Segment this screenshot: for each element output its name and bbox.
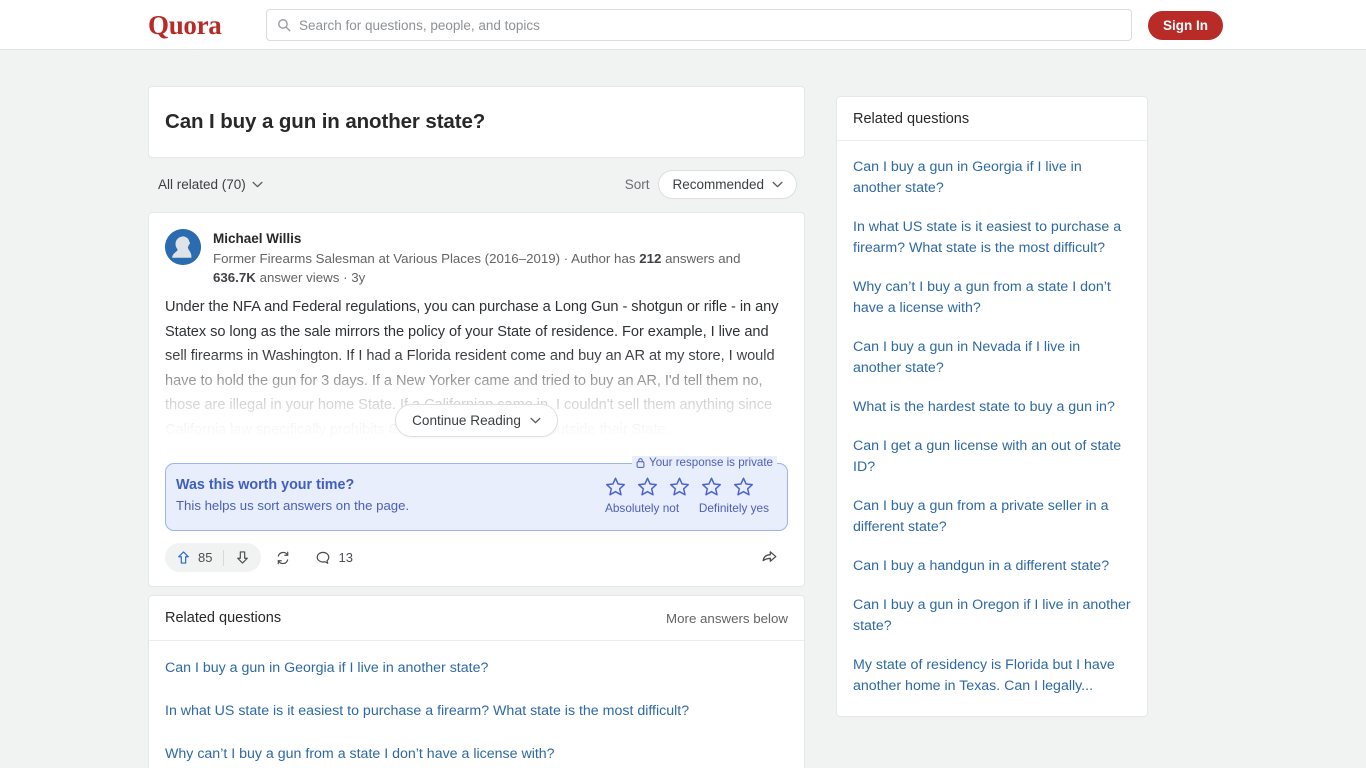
sidebar-item-0[interactable]: Can I buy a gun in Georgia if I live in …	[837, 148, 1147, 208]
author-info: Michael Willis Former Firearms Salesman …	[213, 229, 773, 287]
star-rating-labels: Absolutely not Definitely yes	[605, 501, 769, 515]
upvote-arrow-icon	[178, 551, 189, 564]
avatar[interactable]	[165, 229, 201, 265]
lock-icon	[636, 458, 645, 468]
star-icon-5[interactable]	[733, 476, 754, 497]
rating-title: Was this worth your time?	[176, 477, 355, 493]
rating-text-block: Was this worth your time? This helps us …	[175, 476, 409, 515]
sidebar-item-7[interactable]: Can I buy a handgun in a different state…	[837, 547, 1147, 586]
all-related-label: All related (70)	[158, 176, 246, 192]
repost-button[interactable]	[265, 543, 301, 572]
comment-count: 13	[338, 550, 353, 565]
more-answers-below-label: More answers below	[666, 610, 788, 626]
chevron-down-icon	[530, 417, 541, 424]
upvote-count: 85	[198, 550, 213, 565]
vote-pill: 85	[165, 543, 262, 572]
question-card: Can I buy a gun in another state?	[148, 86, 805, 158]
search-input[interactable]	[299, 17, 1121, 33]
share-button[interactable]	[751, 543, 788, 572]
rating-section: Your response is private Was this worth …	[149, 455, 804, 531]
star-icon-1[interactable]	[605, 476, 626, 497]
quora-logo[interactable]: Quora	[148, 9, 222, 41]
sidebar-related-questions-card: Related questions Can I buy a gun in Geo…	[836, 96, 1148, 717]
main-column: Can I buy a gun in another state? All re…	[148, 86, 805, 768]
star-icon-2[interactable]	[637, 476, 658, 497]
share-arrow-icon	[762, 551, 777, 562]
rating-high-label: Definitely yes	[698, 501, 769, 515]
rating-stars-block: Absolutely not Definitely yes	[605, 476, 773, 515]
chevron-down-icon	[252, 181, 263, 187]
continue-reading-wrap: Continue Reading	[149, 404, 804, 437]
sort-label: Sort	[624, 176, 650, 192]
answer-author-header: Michael Willis Former Firearms Salesman …	[149, 213, 804, 287]
views-count: 636.7K	[213, 270, 256, 285]
list-item[interactable]: Why can’t I buy a gun from a state I don…	[149, 733, 804, 768]
sort-dropdown[interactable]: Recommended	[658, 169, 797, 199]
author-name[interactable]: Michael Willis	[213, 230, 773, 247]
related-questions-header: Related questions More answers below	[149, 596, 804, 641]
answer-card: Michael Willis Former Firearms Salesman …	[148, 212, 805, 587]
downvote-arrow-icon	[237, 551, 249, 564]
answers-filter-row: All related (70) Sort Recommended	[148, 164, 805, 204]
answers-count: 212	[639, 251, 662, 266]
comment-button[interactable]: 13	[305, 543, 362, 572]
top-navigation-bar: Quora Sign In	[0, 0, 1366, 50]
star-icon-3[interactable]	[669, 476, 690, 497]
action-buttons-left: 85 13	[165, 543, 363, 572]
rating-subtitle: This helps us sort answers on the page.	[176, 498, 410, 513]
star-rating[interactable]	[605, 476, 769, 497]
credential-prefix: Former Firearms Salesman at Various Plac…	[213, 251, 640, 266]
page-title: Can I buy a gun in another state?	[165, 110, 486, 133]
search-icon	[278, 19, 291, 32]
repost-cycle-icon	[278, 551, 289, 564]
sidebar-questions-list: Can I buy a gun in Georgia if I live in …	[837, 141, 1147, 716]
credential-suffix: answer views · 3y	[255, 270, 366, 285]
star-icon-4[interactable]	[701, 476, 722, 497]
downvote-button[interactable]	[224, 543, 261, 572]
credential-mid: answers and	[661, 251, 741, 266]
answer-action-bar: 85 13	[149, 531, 804, 586]
sidebar-item-4[interactable]: What is the hardest state to buy a gun i…	[837, 388, 1147, 427]
sidebar-title: Related questions	[837, 97, 1147, 141]
list-item[interactable]: Can I buy a gun in Georgia if I live in …	[149, 647, 804, 690]
rating-box: Your response is private Was this worth …	[165, 456, 788, 531]
related-questions-card: Related questions More answers below Can…	[148, 595, 805, 768]
sidebar-item-9[interactable]: My state of residency is Florida but I h…	[837, 646, 1147, 706]
sidebar-item-1[interactable]: In what US state is it easiest to purcha…	[837, 208, 1147, 268]
user-silhouette-icon	[165, 229, 201, 265]
sidebar: Related questions Can I buy a gun in Geo…	[836, 96, 1148, 717]
comment-bubble-icon	[317, 551, 330, 564]
sidebar-item-6[interactable]: Can I buy a gun from a private seller in…	[837, 487, 1147, 547]
answer-body: Under the NFA and Federal regulations, y…	[149, 287, 804, 455]
all-related-filter[interactable]: All related (70)	[158, 177, 263, 192]
sidebar-item-2[interactable]: Why can’t I buy a gun from a state I don…	[837, 268, 1147, 328]
continue-reading-label: Continue Reading	[412, 413, 521, 428]
sort-control: Sort Recommended	[624, 169, 797, 199]
sidebar-item-5[interactable]: Can I get a gun license with an out of s…	[837, 427, 1147, 487]
related-questions-list: Can I buy a gun in Georgia if I live in …	[149, 641, 804, 768]
private-response-badge: Your response is private	[632, 456, 777, 469]
list-item[interactable]: In what US state is it easiest to purcha…	[149, 690, 804, 733]
search-bar[interactable]	[266, 9, 1132, 41]
private-response-label: Your response is private	[649, 456, 773, 469]
page-body: Can I buy a gun in another state? All re…	[0, 50, 1366, 768]
chevron-down-icon	[772, 181, 783, 187]
continue-reading-button[interactable]: Continue Reading	[395, 404, 558, 437]
author-credential: Former Firearms Salesman at Various Plac…	[213, 249, 773, 287]
upvote-button[interactable]: 85	[165, 543, 223, 572]
sort-value: Recommended	[672, 176, 764, 192]
rating-low-label: Absolutely not	[605, 501, 680, 515]
sign-in-button[interactable]: Sign In	[1148, 11, 1223, 40]
sidebar-item-3[interactable]: Can I buy a gun in Nevada if I live in a…	[837, 328, 1147, 388]
related-questions-title: Related questions	[165, 610, 282, 626]
sidebar-item-8[interactable]: Can I buy a gun in Oregon if I live in a…	[837, 586, 1147, 646]
